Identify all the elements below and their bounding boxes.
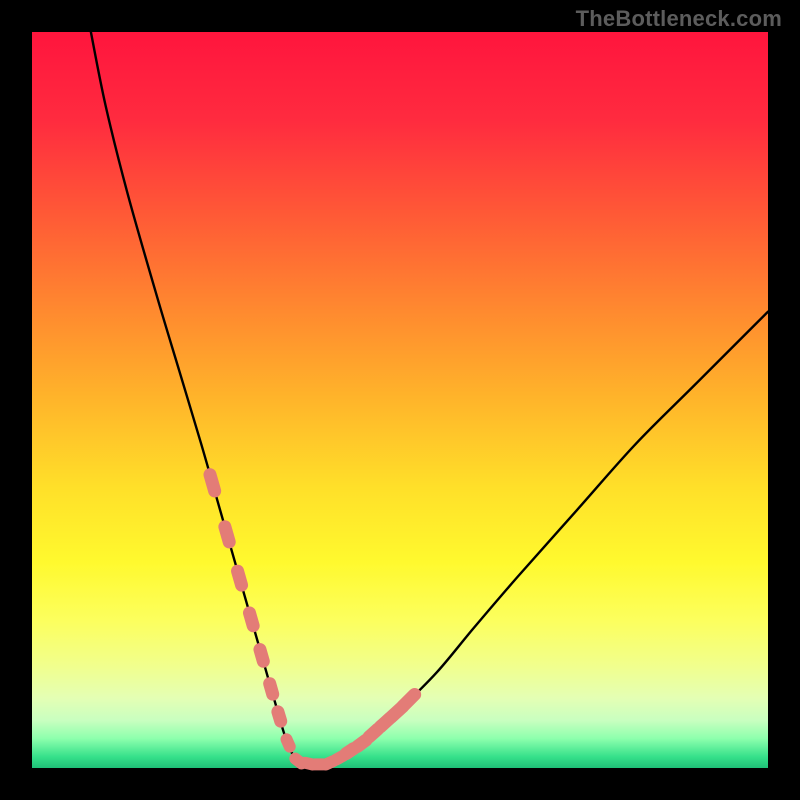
curve-marker bbox=[252, 641, 271, 669]
chart-frame: TheBottleneck.com bbox=[0, 0, 800, 800]
curve-marker bbox=[279, 731, 298, 754]
curve-marker bbox=[230, 563, 250, 593]
bottleneck-curve bbox=[91, 32, 768, 765]
curve-markers bbox=[202, 467, 424, 773]
curve-marker bbox=[217, 519, 237, 550]
curve-marker bbox=[270, 704, 289, 730]
watermark-text: TheBottleneck.com bbox=[576, 6, 782, 32]
curve-marker bbox=[262, 676, 281, 703]
curve-marker bbox=[241, 605, 261, 634]
curve-marker bbox=[202, 467, 223, 499]
curve-layer bbox=[32, 32, 768, 768]
plot-area bbox=[32, 32, 768, 768]
